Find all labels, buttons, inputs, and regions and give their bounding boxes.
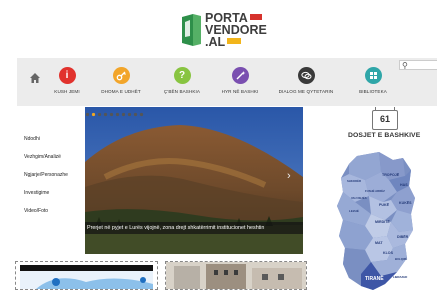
news-card-image[interactable] [166, 262, 306, 289]
map-label-kukes: KUKËS [399, 201, 412, 205]
nav-item-dialog-me-qytetarin[interactable]: DIALOG ME QYTETARIN [277, 67, 335, 104]
dosjet-count: 61 [379, 114, 390, 124]
nav-label: HYR NË BASHKI [221, 89, 259, 94]
slide-caption[interactable]: Prerjet në pyjet e Lurës vijojnë, zona d… [85, 222, 303, 234]
search-icon[interactable]: ⚲ [402, 61, 408, 70]
map-label-tropoje: TROPOJË [382, 173, 400, 177]
dosjet-panel: 61 DOSJET E BASHKIVE TROPOJË HAS KUKËS P… [313, 106, 437, 290]
nav-item-kush-jemi[interactable]: i KUSH JEMI [52, 67, 82, 104]
category-item[interactable]: Ngjarje/Personazhe [24, 170, 84, 188]
albania-map[interactable]: TROPOJË HAS KUKËS PUKË FUSHË ARRËZ MIRDI… [335, 152, 415, 290]
map-label-mirdite: MIRDITË [375, 220, 390, 224]
map-label-bulqize: BULQIZË [395, 257, 407, 261]
slider-next-icon[interactable]: › [287, 171, 291, 182]
category-item[interactable]: Ndodhi [24, 134, 84, 152]
chat-icon [297, 67, 315, 84]
map-label-vau-dejes: VAU DEJËS [351, 196, 367, 200]
nav-label: KUSH JEMI [54, 89, 80, 94]
news-card[interactable] [165, 261, 307, 290]
grid-icon [364, 67, 382, 84]
category-item[interactable]: Video/Foto [24, 206, 84, 224]
map-label-shkoder: SHKODËR [347, 179, 361, 183]
map-label-diber: DIBËR [397, 235, 409, 239]
nav-label: DIALOG ME QYTETARIN [278, 89, 334, 94]
map-label-puke: PUKË [379, 203, 390, 207]
nav-item-dhoma-e-udhet[interactable]: DHOMA E UDHËT [99, 67, 143, 104]
nav-label: DHOMA E UDHËT [101, 89, 141, 94]
category-menu: Ndodhi Vezhgim/Analizë Ngjarje/Personazh… [24, 134, 84, 224]
nav-label: BIBLIOTEKA [359, 89, 387, 94]
logo-line3: .AL [205, 35, 226, 49]
key-icon [112, 67, 130, 84]
home-icon[interactable] [29, 72, 41, 84]
search-input[interactable]: ⚲ [399, 60, 437, 70]
wand-icon [231, 67, 249, 84]
map-label-klos: KLOS [383, 251, 394, 255]
dosjet-title: DOSJET E BASHKIVE [348, 132, 421, 139]
header: PORTA VENDORE .AL [0, 0, 437, 58]
nav-label: Ç'BËN BASHKIA [163, 89, 201, 94]
main-navbar: ⚲ i KUSH JEMI DHOMA E UDHËT ? Ç'BËN BASH… [17, 58, 437, 106]
map-label-lezhe: LEZHË [349, 209, 359, 213]
nav-item-c-ben-bashkia[interactable]: ? Ç'BËN BASHKIA [163, 67, 201, 104]
nav-item-hyr-ne-bashki[interactable]: HYR NË BASHKI [221, 67, 259, 104]
map-label-mat: MAT [375, 241, 383, 245]
slider-dots-indicator[interactable] [85, 112, 145, 117]
map-label-has: HAS [400, 183, 408, 187]
logo-text: PORTA VENDORE .AL [205, 12, 267, 49]
map-label-fushe-arrez: FUSHË ARRËZ [365, 189, 385, 193]
news-card-image[interactable] [16, 262, 157, 289]
question-icon: ? [173, 67, 191, 84]
map-label-tirane: TIRANË [365, 275, 384, 282]
info-icon: i [58, 67, 76, 84]
map-label-librazhd: LIBRAZHD [393, 275, 407, 279]
logo-mark-icon [182, 14, 201, 46]
news-card[interactable] [15, 261, 158, 290]
nav-item-biblioteka[interactable]: BIBLIOTEKA [353, 67, 393, 104]
category-item[interactable]: Vezhgim/Analizë [24, 152, 84, 170]
site-logo[interactable]: PORTA VENDORE .AL [181, 12, 267, 52]
calendar-icon: 61 [372, 107, 398, 130]
hero-slider[interactable]: Prerjet në pyjet e Lurës vijojnë, zona d… [85, 107, 303, 254]
category-item[interactable]: Investigime [24, 188, 84, 206]
